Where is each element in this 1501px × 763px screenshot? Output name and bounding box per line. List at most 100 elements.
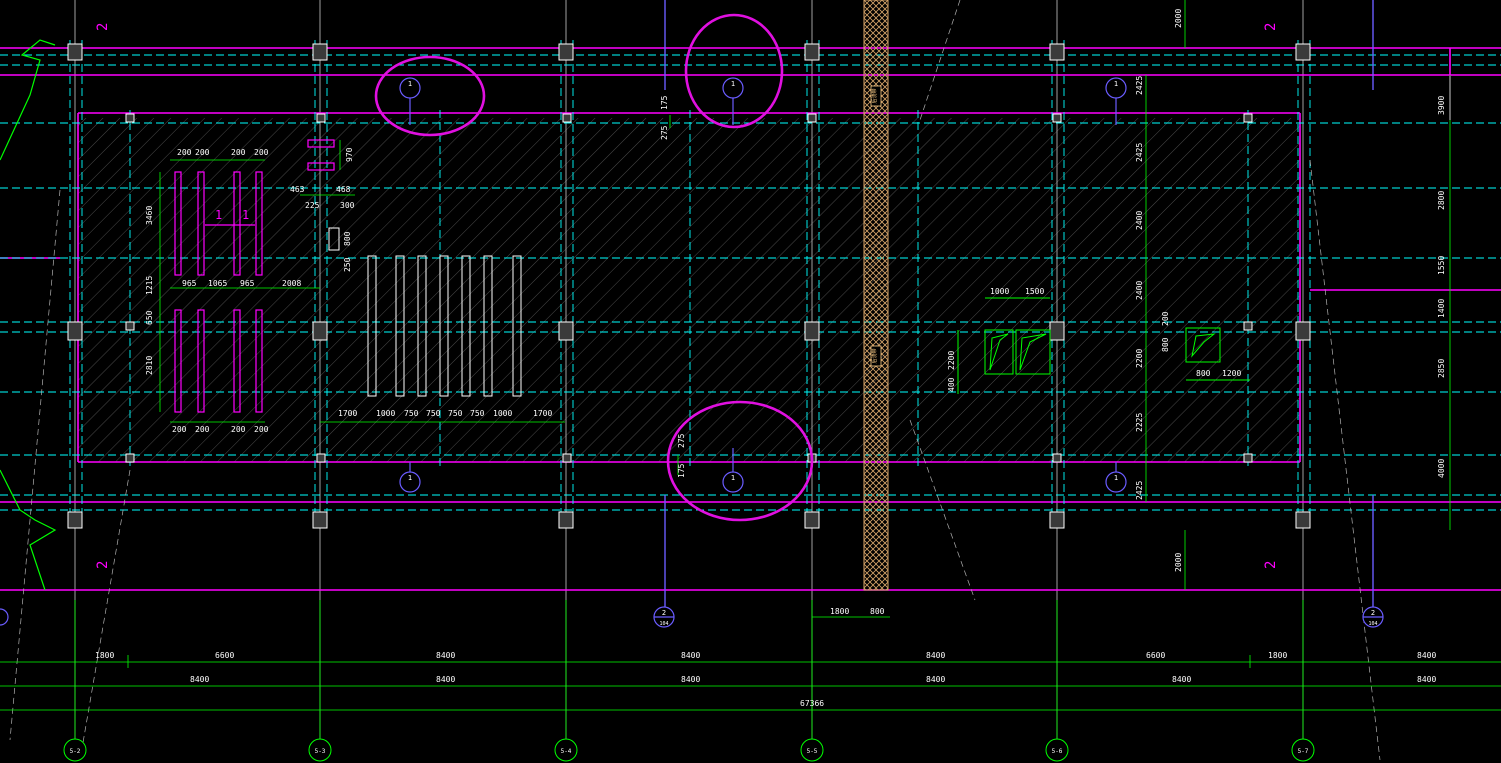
- mid-bottom-dim-8: 1700: [533, 409, 552, 418]
- left-mark-1: 1: [215, 208, 222, 222]
- callout-1-bottom: 104: [659, 621, 668, 627]
- axis-label-5-5: 5-5: [807, 748, 818, 755]
- bottom-total-dim: 67366: [800, 699, 824, 708]
- left-bottom-dim-2: 200: [195, 425, 210, 434]
- axis-label-5-2: 5-2: [70, 748, 81, 755]
- right-top-dim-1500: 1500: [1025, 287, 1044, 296]
- bubble-label-4: 1: [408, 474, 412, 482]
- grid-callout-bubbles: [653, 606, 1384, 628]
- bubble-label-6: 1: [1114, 474, 1118, 482]
- bubble-label-5: 1: [731, 474, 735, 482]
- edge-bubble-left: [0, 608, 9, 626]
- left-top-dim-4: 200: [254, 148, 269, 157]
- right-dim-2850: 2850: [1437, 359, 1446, 378]
- bubble-label-1: 1: [408, 80, 412, 88]
- left-top-dim-3: 200: [231, 148, 246, 157]
- slab-dim-3: 2400: [1135, 211, 1144, 230]
- callout-2-bottom: 104: [1368, 621, 1377, 627]
- axis-label-5-6: 5-6: [1052, 748, 1063, 755]
- bottom-center-dim-1800: 1800: [830, 607, 849, 616]
- slab-dim-7: 2425: [1135, 481, 1144, 500]
- right-dim-1550: 1550: [1437, 256, 1446, 275]
- post-cast-strip: 后浇带 后浇带: [863, 0, 889, 591]
- bottom-row1-dim-1: 1800: [95, 651, 114, 660]
- strip-label-top: 后浇带: [871, 88, 878, 103]
- mid-dim-468: 468: [336, 185, 351, 194]
- bottom-row1-dim-4: 8400: [681, 651, 700, 660]
- mid-dim-250: 250: [343, 257, 352, 272]
- strip-label-bottom: 后浇带: [871, 348, 878, 363]
- right-left-dim-2200: 2200: [947, 351, 956, 370]
- mid-bottom-dim-1: 1700: [338, 409, 357, 418]
- mid-dim-463: 463: [290, 185, 305, 194]
- mid-dim-300: 300: [340, 201, 355, 210]
- right-dim-4000: 4000: [1437, 459, 1446, 478]
- bottom-row2-dim-6: 8400: [1417, 675, 1436, 684]
- axis-bubbles: [63, 738, 1315, 762]
- section-label-top-left: 2: [95, 23, 111, 31]
- bottom-row2-dim-1: 8400: [190, 675, 209, 684]
- mid-dim-970: 970: [345, 147, 354, 162]
- callout-2-top: 2: [1371, 609, 1375, 617]
- left-bottom-dim-3: 200: [231, 425, 246, 434]
- axis-label-5-7: 5-7: [1298, 748, 1309, 755]
- right-bottom-dim-800: 800: [1196, 369, 1211, 378]
- mid-bottom-dim-3: 750: [404, 409, 419, 418]
- slab-hatch-area: [78, 118, 1300, 462]
- bottom-dimension-lines: [0, 600, 1501, 740]
- slab-dim-6: 2225: [1135, 413, 1144, 432]
- upper-dim-175: 175: [660, 95, 669, 110]
- bubble-label-3: 1: [1114, 80, 1118, 88]
- left-vert-dim-1: 3460: [145, 206, 154, 225]
- highlight-ellipse-top[interactable]: [684, 13, 784, 129]
- section-label-bottom-left: 2: [95, 561, 111, 569]
- bottom-row1-dim-8: 8400: [1417, 651, 1436, 660]
- slab-dim-4: 2400: [1135, 281, 1144, 300]
- left-mark-2: 1: [242, 208, 249, 222]
- bottom-row1-dim-2: 6600: [215, 651, 234, 660]
- upper-dim-275: 275: [660, 125, 669, 140]
- section-dim-top: 2000: [1174, 9, 1183, 28]
- left-horiz-dim-2: 1065: [208, 279, 227, 288]
- right-dim-1400: 1400: [1437, 299, 1446, 318]
- right-top-dim-1000: 1000: [990, 287, 1009, 296]
- right-left-dim-400: 400: [947, 377, 956, 392]
- bottom-row1-dim-6: 6600: [1146, 651, 1165, 660]
- right-bottom-dim-1200: 1200: [1222, 369, 1241, 378]
- left-horiz-dim-1: 965: [182, 279, 197, 288]
- section-label-top-right: 2: [1263, 23, 1279, 31]
- mid-dim-225: 225: [305, 201, 320, 210]
- mid-bottom-dim-5: 750: [448, 409, 463, 418]
- right-dim-200: 200: [1161, 311, 1170, 326]
- left-vert-dim-3: 650: [145, 310, 154, 325]
- axis-label-5-4: 5-4: [561, 748, 572, 755]
- bubble-label-2: 1: [731, 80, 735, 88]
- lower-dim-275: 275: [677, 433, 686, 448]
- left-horiz-dim-3: 965: [240, 279, 255, 288]
- mid-bottom-dim-4: 750: [426, 409, 441, 418]
- bottom-center-dim-800: 800: [870, 607, 885, 616]
- slab-dim-1: 2425: [1135, 76, 1144, 95]
- bottom-row2-dim-4: 8400: [926, 675, 945, 684]
- mid-dim-800: 800: [343, 231, 352, 246]
- mid-bottom-dim-2: 1000: [376, 409, 395, 418]
- left-top-dim-1: 200: [177, 148, 192, 157]
- bottom-row1-dim-7: 1800: [1268, 651, 1287, 660]
- bottom-row2-dim-3: 8400: [681, 675, 700, 684]
- left-top-dim-2: 200: [195, 148, 210, 157]
- section-dim-bottom: 2000: [1174, 553, 1183, 572]
- mid-bottom-dim-7: 1000: [493, 409, 512, 418]
- cad-drawing-canvas[interactable]: 后浇带 后浇带 200 200 200 200 200 200 200 200 …: [0, 0, 1501, 763]
- right-dim-3900: 3900: [1437, 96, 1446, 115]
- right-dim-2800: 2800: [1437, 191, 1446, 210]
- lower-dim-175: 175: [677, 463, 686, 478]
- bottom-row2-dim-2: 8400: [436, 675, 455, 684]
- left-vert-dim-2: 1215: [145, 276, 154, 295]
- mid-bottom-dim-6: 750: [470, 409, 485, 418]
- slab-dim-2: 2425: [1135, 143, 1144, 162]
- section-label-bottom-right: 2: [1263, 561, 1279, 569]
- slab-dim-5: 2200: [1135, 349, 1144, 368]
- left-vert-dim-4: 2810: [145, 356, 154, 375]
- right-dim-800: 800: [1161, 337, 1170, 352]
- bottom-row1-dim-5: 8400: [926, 651, 945, 660]
